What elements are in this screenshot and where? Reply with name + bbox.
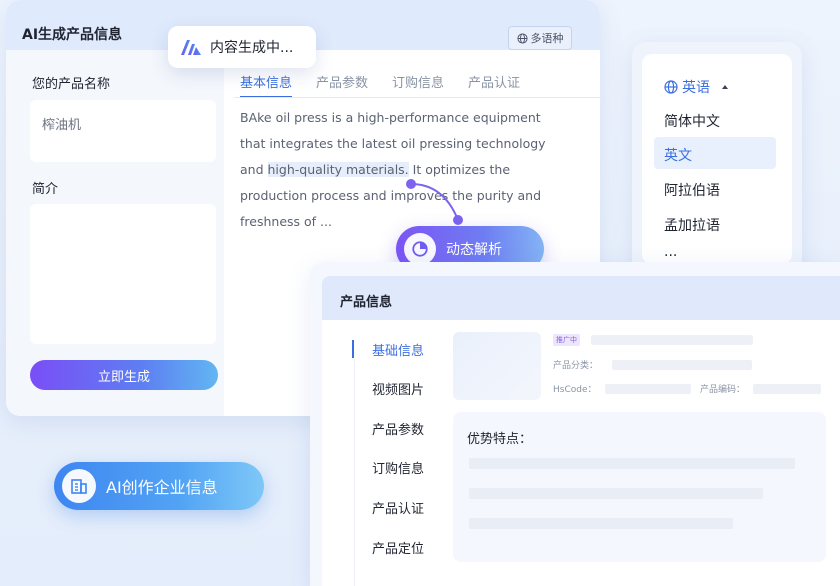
language-option-arabic[interactable]: 阿拉伯语 [664, 180, 720, 200]
connector-dot-start [406, 179, 416, 189]
advantages-section: 优势特点： [453, 412, 826, 562]
multilingual-button-label: 多语种 [530, 32, 564, 45]
generated-description: BAke oil press is a high-performance equ… [240, 105, 556, 235]
advantages-label: 优势特点： [467, 432, 533, 447]
caret-up-icon [722, 85, 728, 89]
product-info-title: 产品信息 [340, 295, 393, 310]
language-selected-label: 英语 [682, 80, 710, 96]
globe-icon [664, 80, 678, 94]
nav-product-params[interactable]: 产品参数 [372, 419, 424, 438]
tab-divider [234, 97, 600, 98]
hscode-label: HsCode： [553, 385, 597, 395]
nav-positioning[interactable]: 产品定位 [372, 538, 424, 557]
enterprise-icon-wrap [62, 469, 96, 503]
multilingual-button[interactable]: 多语种 [508, 26, 572, 50]
nav-video-images[interactable]: 视频图片 [372, 379, 424, 398]
tab-order-info[interactable]: 订购信息 [392, 72, 444, 96]
ai-enterprise-info-button[interactable]: AI创作企业信息 [54, 462, 264, 510]
product-name-placeholder [591, 335, 753, 345]
ai-logo-icon [181, 40, 201, 55]
advantage-line [469, 488, 763, 499]
tab-basic-info[interactable]: 基本信息 [240, 72, 293, 98]
nav-order-info[interactable]: 订购信息 [372, 458, 424, 477]
globe-icon [516, 32, 528, 44]
connector-dot-end [453, 215, 463, 225]
category-placeholder [612, 360, 752, 370]
language-option-more[interactable]: ... [664, 244, 677, 260]
product-name-value: 榨油机 [42, 118, 82, 133]
building-icon [71, 479, 87, 494]
intro-textarea[interactable] [30, 204, 216, 344]
generate-now-button[interactable]: 立即生成 [30, 360, 218, 390]
ai-enterprise-info-label: AI创作企业信息 [106, 478, 218, 497]
panel-title: AI生成产品信息 [22, 27, 123, 43]
language-selector[interactable]: 英语 [664, 77, 730, 97]
dynamic-analysis-label: 动态解析 [446, 242, 502, 258]
product-name-label: 您的产品名称 [32, 77, 111, 92]
analysis-icon-wrap [404, 233, 436, 265]
product-info-panel: 产品信息 基础信息 视频图片 产品参数 订购信息 产品认证 产品定位 推广中 产… [310, 262, 840, 586]
product-name-input[interactable]: 榨油机 [30, 100, 216, 162]
language-option-english[interactable]: 英文 [664, 145, 692, 165]
pie-chart-icon [412, 241, 428, 257]
tab-certification[interactable]: 产品认证 [468, 72, 520, 96]
product-info-body: 基础信息 视频图片 产品参数 订购信息 产品认证 产品定位 推广中 产品分类： … [322, 320, 840, 586]
product-thumbnail[interactable] [453, 332, 541, 400]
info-tabs: 基本信息 产品参数 订购信息 产品认证 [240, 72, 520, 98]
language-dropdown-panel: 英语 简体中文 英文 阿拉伯语 孟加拉语 ... [632, 42, 802, 276]
language-option-bengali[interactable]: 孟加拉语 [664, 215, 720, 235]
product-info-header: 产品信息 [322, 276, 840, 320]
product-code-label: 产品编码： [700, 385, 746, 395]
generating-status-text: 内容生成中... [210, 40, 294, 56]
language-option-simplified-chinese[interactable]: 简体中文 [664, 111, 720, 131]
category-label: 产品分类： [553, 361, 599, 371]
intro-label: 简介 [32, 182, 59, 197]
language-dropdown: 英语 简体中文 英文 阿拉伯语 孟加拉语 ... [642, 54, 792, 264]
nav-basic-info[interactable]: 基础信息 [372, 340, 424, 359]
side-nav-track [354, 358, 355, 586]
promoting-badge: 推广中 [553, 334, 580, 346]
product-code-placeholder [753, 384, 821, 394]
generated-text-highlight: high-quality materials. [267, 162, 409, 177]
hscode-placeholder [605, 384, 691, 394]
nav-certification[interactable]: 产品认证 [372, 498, 424, 517]
side-nav-active-indicator [352, 340, 354, 358]
advantage-line [469, 518, 733, 529]
generating-status-pill: 内容生成中... [168, 26, 316, 68]
tab-product-params[interactable]: 产品参数 [316, 72, 368, 96]
advantage-line [469, 458, 795, 469]
